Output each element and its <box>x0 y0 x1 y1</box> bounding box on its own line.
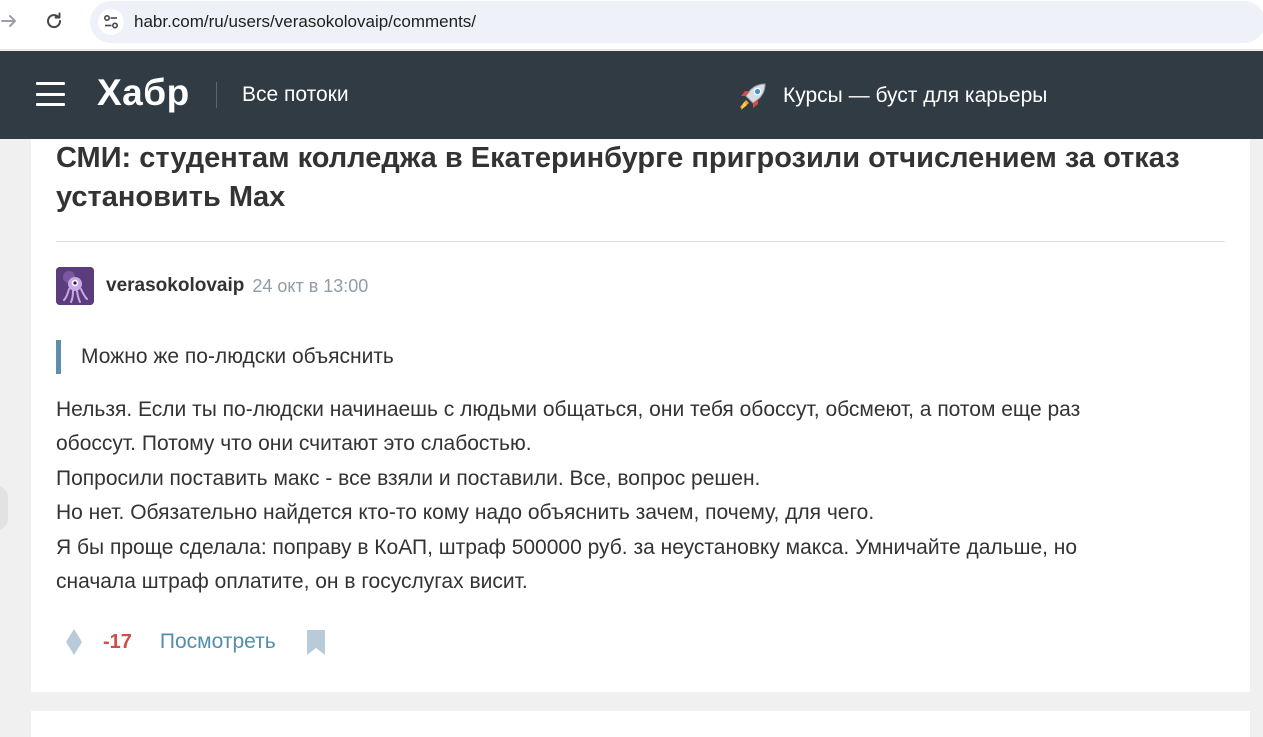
author-username[interactable]: verasokolovaip <box>106 275 244 297</box>
bookmark-icon <box>306 629 325 655</box>
header-divider <box>216 82 217 108</box>
courses-banner[interactable]: Курсы — буст для карьеры <box>736 79 1047 113</box>
rocket-icon <box>740 83 766 110</box>
vote-button[interactable] <box>63 627 85 657</box>
comment-footer: -17 Посмотреть <box>63 627 327 657</box>
browser-toolbar: habr.com/ru/users/verasokolovaip/comment… <box>0 0 1263 50</box>
tune-icon <box>103 14 119 29</box>
habr-logo[interactable]: Хабр <box>97 72 190 114</box>
article-title-line: установить Max <box>56 181 286 213</box>
comment-score: -17 <box>103 630 132 653</box>
bookmark-button[interactable] <box>305 627 327 657</box>
comment-line: Попросили поставить макс - все взяли и п… <box>56 466 761 490</box>
forward-arrow-icon <box>1 15 16 27</box>
courses-label: Курсы — буст для карьеры <box>783 84 1048 107</box>
comment-line: сначала штраф оплатите, он в госуслугах … <box>56 570 528 594</box>
article-title-line: СМИ: студентам колледжа в Екатеринбурге … <box>56 142 1180 174</box>
side-scroll-tab[interactable] <box>0 486 8 530</box>
avatar[interactable] <box>56 267 94 305</box>
comment-line: Нельзя. Если ты по-людски начинаешь с лю… <box>56 398 1081 421</box>
burger-menu-icon[interactable] <box>36 82 65 106</box>
article-title-link[interactable]: СМИ: студентам колледжа в Екатеринбурге … <box>56 139 1236 217</box>
all-streams-link[interactable]: Все потоки <box>242 83 349 107</box>
comment-card: СМИ: студентам колледжа в Екатеринбурге … <box>31 139 1250 692</box>
site-settings-button[interactable] <box>98 9 124 35</box>
comment-line: обоссут. Потому что они считают это слаб… <box>56 432 532 456</box>
comment-meta: verasokolovaip 24 окт в 13:00 <box>56 267 368 305</box>
url-text: habr.com/ru/users/verasokolovaip/comment… <box>134 12 477 31</box>
reload-icon <box>47 12 62 29</box>
address-bar[interactable]: habr.com/ru/users/verasokolovaip/comment… <box>90 1 1263 43</box>
next-comment-card <box>31 711 1250 737</box>
comment-line: Я бы проще сделала: поправу в КоАП, штра… <box>56 535 1078 559</box>
title-divider <box>56 241 1225 242</box>
view-comment-link[interactable]: Посмотреть <box>160 630 276 654</box>
avatar-image <box>56 267 94 305</box>
vote-diamond-icon <box>66 629 82 655</box>
site-header: Хабр Все потоки Курсы — буст для карьеры <box>0 51 1263 139</box>
reload-button[interactable] <box>41 8 67 34</box>
comment-body: Нельзя. Если ты по-людски начинаешь с лю… <box>56 393 1236 599</box>
comment-quote: Можно же по-людски объяснить <box>56 340 394 374</box>
comment-line: Но нет. Обязательно найдется кто-то кому… <box>56 501 875 525</box>
comment-timestamp[interactable]: 24 окт в 13:00 <box>252 276 368 297</box>
forward-button[interactable] <box>0 8 22 34</box>
